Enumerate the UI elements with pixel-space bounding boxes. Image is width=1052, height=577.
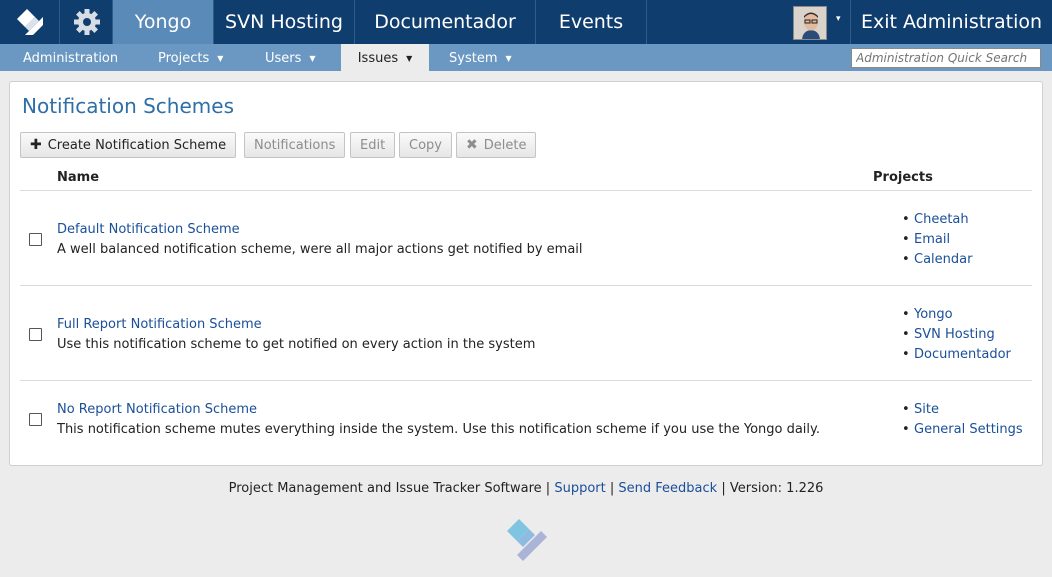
yongo-logo-icon[interactable] <box>0 0 60 44</box>
scheme-name-link[interactable]: Default Notification Scheme <box>57 222 240 237</box>
footer-separator: | <box>609 481 615 496</box>
support-link[interactable]: Support <box>554 481 605 496</box>
row-checkbox[interactable] <box>29 328 42 341</box>
project-link[interactable]: Yongo <box>902 305 1011 325</box>
notifications-button[interactable]: Notifications <box>244 132 346 158</box>
footer-logo-icon <box>503 515 551 561</box>
page-title: Notification Schemes <box>22 94 234 118</box>
project-link[interactable]: General Settings <box>902 420 1023 440</box>
delete-button[interactable]: ✖ Delete <box>456 132 537 158</box>
tab-svn-hosting[interactable]: SVN Hosting <box>214 0 355 44</box>
project-list: Yongo SVN Hosting Documentador <box>902 305 1011 365</box>
subnav-item-users[interactable]: Users ▼ <box>265 44 316 71</box>
tab-documentador[interactable]: Documentador <box>355 0 536 44</box>
row-checkbox[interactable] <box>29 233 42 246</box>
subnav-item-label: Users <box>265 51 302 66</box>
footer-separator: | <box>545 481 551 496</box>
chevron-down-icon: ▼ <box>505 54 512 63</box>
scheme-description: This notification scheme mutes everythin… <box>57 422 821 437</box>
project-link[interactable]: SVN Hosting <box>902 325 1011 345</box>
project-link[interactable]: Documentador <box>902 345 1011 365</box>
version-text: Version: 1.226 <box>729 481 824 496</box>
top-navigation: Yongo SVN Hosting Documentador Events ▾ … <box>0 0 1052 44</box>
divider <box>20 190 1032 191</box>
footer-separator: | <box>721 481 726 496</box>
tab-events[interactable]: Events <box>536 0 647 44</box>
project-link[interactable]: Cheetah <box>902 210 972 230</box>
project-link[interactable]: Site <box>902 400 1023 420</box>
copy-button[interactable]: Copy <box>399 132 452 158</box>
button-label: Create Notification Scheme <box>47 137 227 153</box>
scheme-description: A well balanced notification scheme, wer… <box>57 242 583 257</box>
project-list: Cheetah Email Calendar <box>902 210 972 270</box>
subnav-item-label: Projects <box>158 51 210 66</box>
button-label: Copy <box>409 137 442 153</box>
admin-quick-search-input[interactable] <box>851 48 1041 68</box>
subnav-item-administration[interactable]: Administration <box>23 44 118 71</box>
avatar[interactable] <box>793 6 827 40</box>
gear-icon[interactable] <box>61 0 113 44</box>
divider <box>20 380 1032 381</box>
user-menu-chevron-icon[interactable]: ▾ <box>836 14 841 24</box>
footer-text: Project Management and Issue Tracker Sof… <box>228 481 542 496</box>
subnav-item-projects[interactable]: Projects ▼ <box>158 44 223 71</box>
send-feedback-link[interactable]: Send Feedback <box>618 481 717 496</box>
tab-yongo[interactable]: Yongo <box>113 0 214 44</box>
column-header-name: Name <box>57 170 100 185</box>
chevron-down-icon: ▼ <box>406 54 413 63</box>
subnav-item-issues[interactable]: Issues ▼ <box>341 44 429 71</box>
subnav-item-label: Administration <box>23 51 119 66</box>
plus-icon: ✚ <box>30 137 42 153</box>
exit-administration-link[interactable]: Exit Administration <box>850 0 1052 44</box>
scheme-name-link[interactable]: No Report Notification Scheme <box>57 402 257 417</box>
chevron-down-icon: ▼ <box>309 54 316 63</box>
subnav-item-label: System <box>449 51 498 66</box>
notification-schemes-panel: Notification Schemes ✚ Create Notificati… <box>9 81 1043 466</box>
project-list: Site General Settings <box>902 400 1023 440</box>
subnav-item-system[interactable]: System ▼ <box>449 44 512 71</box>
chevron-down-icon: ▼ <box>217 54 224 63</box>
divider <box>20 285 1032 286</box>
row-checkbox[interactable] <box>29 413 42 426</box>
subnav-item-label: Issues <box>357 51 399 66</box>
close-icon: ✖ <box>466 137 478 153</box>
button-label: Delete <box>483 137 527 153</box>
project-link[interactable]: Calendar <box>902 250 972 270</box>
button-label: Notifications <box>254 137 336 153</box>
edit-button[interactable]: Edit <box>350 132 396 158</box>
scheme-description: Use this notification scheme to get noti… <box>57 337 536 352</box>
column-header-projects: Projects <box>873 170 933 185</box>
footer: Project Management and Issue Tracker Sof… <box>0 481 1052 496</box>
scheme-name-link[interactable]: Full Report Notification Scheme <box>57 317 262 332</box>
button-label: Edit <box>360 137 386 153</box>
create-notification-scheme-button[interactable]: ✚ Create Notification Scheme <box>20 132 237 158</box>
project-link[interactable]: Email <box>902 230 972 250</box>
